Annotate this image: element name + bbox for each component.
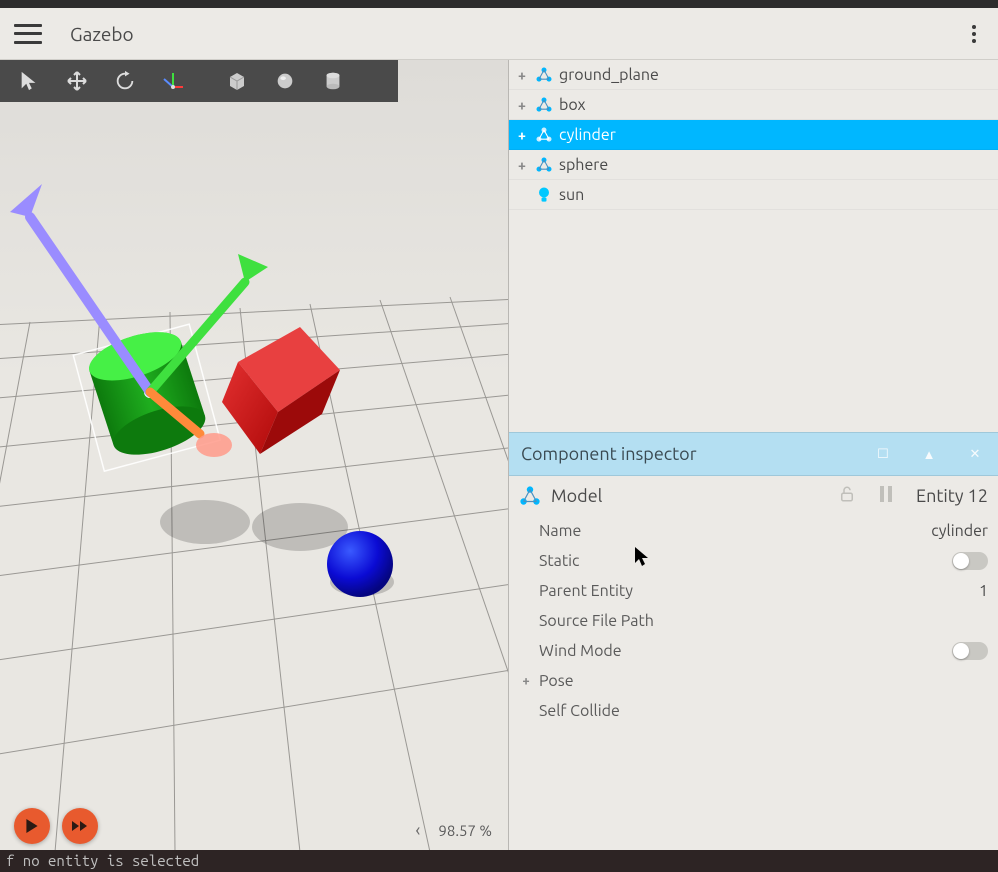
terminal-output: f no entity is selected (0, 850, 998, 872)
tree-item-label: cylinder (559, 126, 616, 144)
inspector-type-row: Model Entity 12 (509, 476, 998, 516)
cylinder-shape-tool[interactable] (310, 62, 356, 100)
scene-render (0, 102, 509, 850)
prop-wind[interactable]: Wind Mode (509, 636, 998, 666)
prop-parent[interactable]: Parent Entity 1 (509, 576, 998, 606)
transform-tool[interactable] (150, 62, 196, 100)
entity-id-label: Entity 12 (916, 486, 988, 506)
model-icon (533, 154, 555, 176)
more-icon[interactable] (964, 17, 984, 51)
entity-tree: + ground_plane + box + cylinder (509, 60, 998, 432)
inspector-header: Component inspector ☐ ▲ ✕ (509, 432, 998, 476)
model-icon (533, 124, 555, 146)
select-tool[interactable] (6, 62, 52, 100)
box-shape-tool[interactable] (214, 62, 260, 100)
expand-icon[interactable]: + (515, 67, 529, 83)
tree-item-label: sun (559, 186, 584, 204)
tree-item-box[interactable]: + box (509, 90, 998, 120)
tree-item-sphere[interactable]: + sphere (509, 150, 998, 180)
rtf-display: ‹ 98.57 % (415, 820, 492, 840)
pause-icon[interactable] (878, 485, 894, 507)
collapse-icon[interactable]: ▲ (918, 447, 940, 462)
move-tool[interactable] (54, 62, 100, 100)
tree-item-label: ground_plane (559, 66, 659, 84)
menu-icon[interactable] (14, 24, 42, 44)
step-forward-button[interactable] (62, 808, 98, 844)
close-icon[interactable]: ✕ (964, 447, 986, 462)
inspector-type-label: Model (551, 486, 602, 506)
playback-controls (14, 808, 98, 844)
rtf-value: 98.57 % (438, 822, 492, 839)
sphere-object[interactable] (327, 531, 393, 597)
light-icon (533, 184, 555, 206)
prop-name[interactable]: Name cylinder (509, 516, 998, 546)
static-toggle[interactable] (952, 552, 988, 570)
prop-static[interactable]: Static (509, 546, 998, 576)
model-icon (533, 94, 555, 116)
expand-icon[interactable]: + (515, 127, 529, 143)
model-icon (533, 64, 555, 86)
tree-item-cylinder[interactable]: + cylinder (509, 120, 998, 150)
maximize-icon[interactable]: ☐ (872, 447, 894, 462)
app-header: Gazebo (0, 8, 998, 60)
prop-source[interactable]: Source File Path (509, 606, 998, 636)
tree-item-ground-plane[interactable]: + ground_plane (509, 60, 998, 90)
expand-left-icon[interactable]: ‹ (415, 820, 420, 840)
viewport-toolbar (0, 60, 398, 102)
rotate-tool[interactable] (102, 62, 148, 100)
prop-self-collide[interactable]: Self Collide (509, 696, 998, 726)
wind-toggle[interactable] (952, 642, 988, 660)
expand-icon[interactable]: + (519, 674, 533, 688)
box-object[interactable] (222, 327, 340, 454)
expand-icon[interactable]: + (515, 97, 529, 113)
tree-item-sun[interactable]: + sun (509, 180, 998, 210)
inspector-title: Component inspector (521, 444, 848, 464)
model-icon (519, 485, 541, 507)
sphere-shape-tool[interactable] (262, 62, 308, 100)
play-button[interactable] (14, 808, 50, 844)
prop-pose[interactable]: + Pose (509, 666, 998, 696)
tree-item-label: sphere (559, 156, 608, 174)
app-title: Gazebo (70, 23, 134, 45)
lock-icon[interactable] (838, 485, 856, 507)
3d-viewport[interactable]: ‹ 98.57 % (0, 60, 509, 850)
tree-item-label: box (559, 96, 586, 114)
inspector-body: Model Entity 12 Name cylinder Static Par… (509, 476, 998, 850)
expand-icon[interactable]: + (515, 157, 529, 173)
